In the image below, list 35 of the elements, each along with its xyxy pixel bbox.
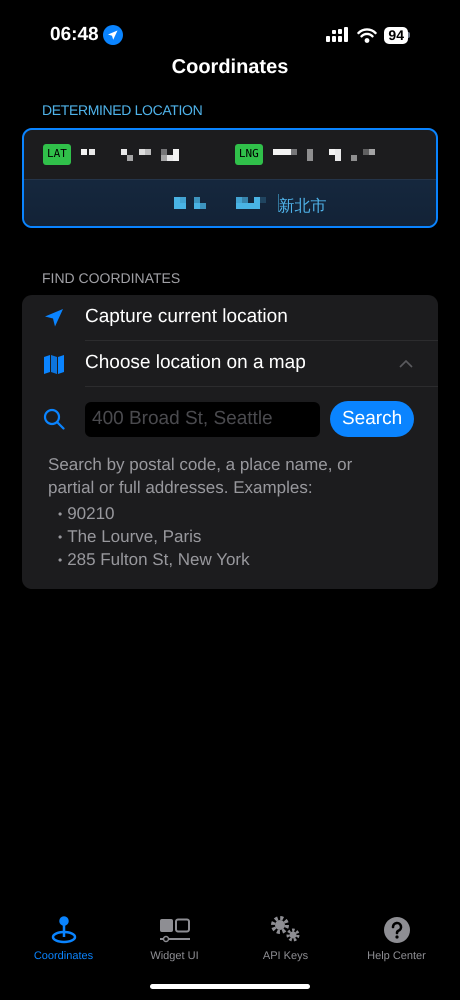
option-row[interactable]: Choose location on a map [22, 341, 438, 387]
example-text: 285 Fulton St, New York [67, 548, 250, 571]
gears-icon [268, 914, 302, 944]
place-name: 新北市 [278, 195, 326, 217]
option-row[interactable]: Capture current location [22, 295, 438, 341]
signal-icon [326, 27, 350, 43]
clock: 06:48 [50, 22, 99, 47]
help-icon [382, 916, 410, 944]
bullet: • [58, 552, 62, 568]
help-text: Search by postal code, a place name, or partial or full addresses. Examples: [48, 454, 354, 499]
tab[interactable]: API Keys [230, 912, 341, 964]
lng-badge: LNG [234, 144, 263, 165]
tab[interactable]: Widget UI [119, 912, 230, 964]
location-arrow-icon [44, 308, 64, 328]
tab[interactable]: Help Center [341, 912, 452, 964]
option-label: Choose location on a map [85, 351, 307, 376]
battery-indicator: 94 [384, 26, 408, 44]
lat-badge: LAT [43, 144, 71, 165]
chevron-up-icon [399, 360, 413, 368]
section-header: DETERMINED LOCATION [42, 101, 204, 120]
widget-icon [158, 918, 190, 944]
search-icon [42, 408, 64, 430]
tab[interactable]: Coordinates [8, 912, 119, 964]
address-input[interactable]: 400 Broad St, Seattle [85, 402, 320, 436]
option-label: Capture current location [85, 305, 289, 330]
bullet: • [58, 528, 62, 546]
section-header: FIND COORDINATES [42, 269, 182, 288]
search-button[interactable]: Search [330, 401, 414, 437]
bullet: • [58, 506, 62, 522]
pin-icon [50, 916, 76, 944]
screen-title: Coordinates [170, 55, 290, 80]
map-icon [42, 353, 64, 375]
example-text: 90210 [67, 502, 114, 525]
wifi-icon [357, 28, 378, 42]
example-text: The Lourve, Paris [67, 526, 202, 548]
